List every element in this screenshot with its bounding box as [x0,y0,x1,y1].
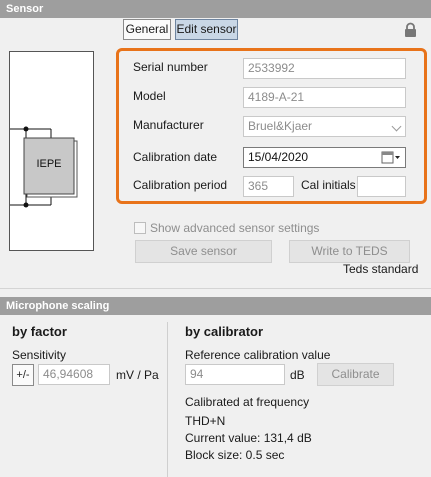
cal-initials-label: Cal initials [301,178,356,192]
sign-toggle-button[interactable]: +/- [12,364,34,386]
chevron-down-icon[interactable] [391,121,402,132]
serial-number-label: Serial number [133,60,208,74]
manufacturer-label: Manufacturer [133,118,204,132]
column-divider [167,322,168,477]
iepe-label: IEPE [36,158,62,170]
model-label: Model [133,89,166,103]
sensitivity-field[interactable]: 46,94608 [38,364,110,385]
show-advanced-label: Show advanced sensor settings [150,221,320,235]
section-divider [0,288,431,289]
sensor-section-header: Sensor [0,0,431,18]
lock-icon[interactable] [403,22,418,38]
write-to-teds-button[interactable]: Write to TEDS [289,240,410,263]
model-field[interactable]: 4189-A-21 [243,87,406,108]
sensitivity-label: Sensitivity [12,348,67,362]
calibration-date-value: 15/04/2020 [248,150,309,164]
microphone-section-header: Microphone scaling [0,297,431,315]
calibration-period-label: Calibration period [133,178,228,192]
calibration-period-field[interactable]: 365 [243,176,294,197]
manufacturer-value: Bruel&Kjaer [248,119,313,133]
serial-number-field[interactable]: 2533992 [243,58,406,79]
by-calibrator-heading: by calibrator [185,324,264,339]
reference-unit: dB [290,368,305,382]
teds-standard-label: Teds standard [343,262,419,276]
sensitivity-unit: mV / Pa [116,368,159,382]
calibrated-at-label: Calibrated at frequency [185,395,310,409]
sensor-wiring-diagram: IEPE [9,51,94,251]
save-sensor-button[interactable]: Save sensor [135,240,272,263]
manufacturer-select[interactable]: Bruel&Kjaer [243,116,406,137]
current-value-text: Current value: 131,4 dB [185,431,312,445]
reference-calibration-field[interactable]: 94 [185,364,285,385]
tab-general[interactable]: General [123,19,171,40]
reference-calibration-label: Reference calibration value [185,348,331,362]
calendar-icon[interactable] [381,150,401,165]
calibration-date-picker[interactable]: 15/04/2020 [243,147,406,168]
block-size-text: Block size: 0.5 sec [185,448,285,462]
by-factor-heading: by factor [12,324,67,339]
cal-initials-field[interactable] [357,176,406,197]
tab-edit-sensor[interactable]: Edit sensor [175,19,238,40]
calibration-mode: THD+N [185,414,226,428]
calibrate-button[interactable]: Calibrate [317,363,394,386]
calibration-date-label: Calibration date [133,150,218,164]
show-advanced-checkbox[interactable] [134,222,146,234]
